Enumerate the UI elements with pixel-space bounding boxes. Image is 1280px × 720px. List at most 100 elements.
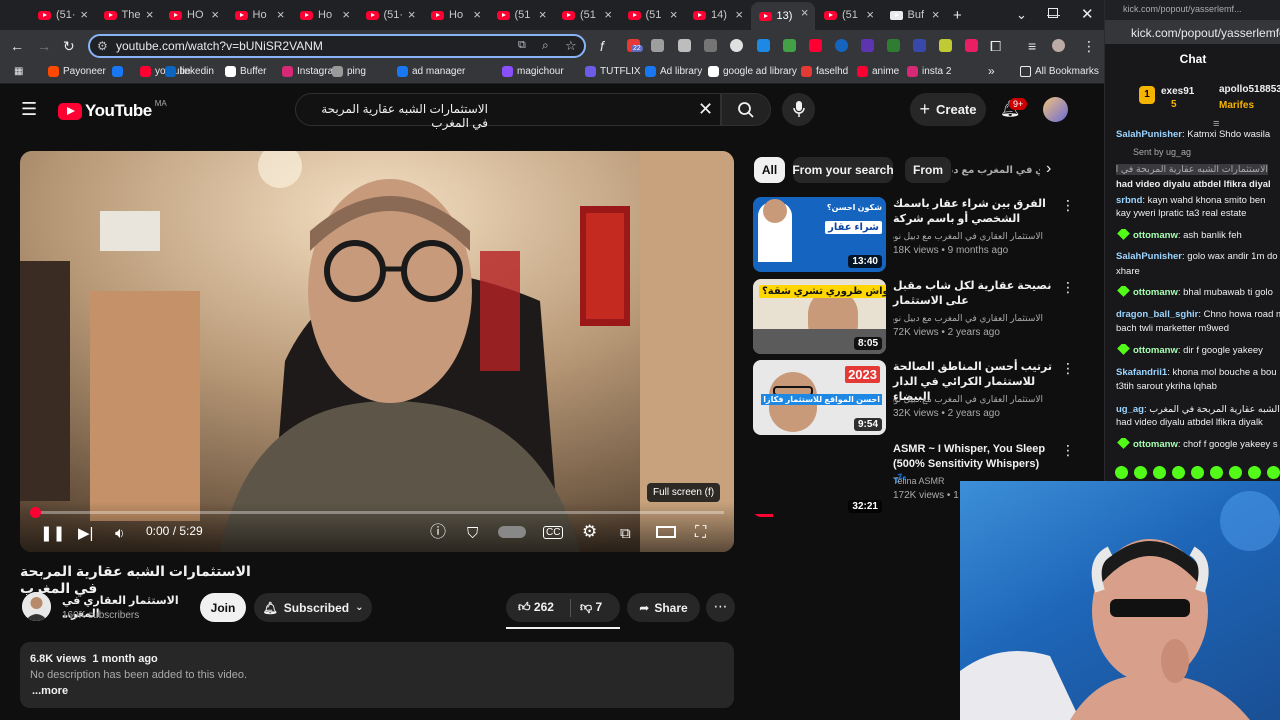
extension-shield-icon[interactable]: ⓘ	[430, 518, 446, 542]
recommended-video[interactable]: شراء عقار شكون احسن؟ 13:40 الفرق بين شراء ع…	[753, 197, 1075, 273]
extension-icon[interactable]	[887, 39, 900, 52]
close-tab-icon[interactable]: ×	[211, 7, 219, 22]
extension-icon[interactable]	[965, 39, 978, 52]
close-tab-icon[interactable]: ×	[539, 7, 547, 22]
extensions-puzzle-icon[interactable]: ⧠	[990, 38, 1001, 55]
recommended-channel-name[interactable]: الاستثمار العقاري في المغرب مع دبيل نور	[893, 231, 1043, 242]
hamburger-menu-icon[interactable]: ☰	[21, 99, 37, 120]
extension-icon[interactable]	[704, 39, 717, 52]
bookmark-item[interactable]: linkedin	[165, 66, 214, 77]
emote-icon[interactable]	[1153, 466, 1166, 479]
recommended-video-title[interactable]: الفرق بين شراء عقار باسمك الشخصي أو باسم…	[893, 197, 1055, 227]
chevron-right-icon[interactable]: ›	[1046, 160, 1051, 178]
browser-tab[interactable]: (51 ×	[489, 4, 553, 26]
close-tab-icon[interactable]: ×	[80, 7, 88, 22]
like-button[interactable]: 👍︎ 262	[518, 600, 554, 615]
next-video-button[interactable]: ▶|	[78, 524, 93, 542]
close-tab-icon[interactable]: ×	[408, 7, 416, 22]
create-button[interactable]: + Create	[910, 93, 986, 126]
popout-url-bar[interactable]: kick.com/popout/yasserlemfedde	[1105, 20, 1280, 44]
video-options-icon[interactable]: ⋮	[1061, 442, 1075, 459]
chat-username[interactable]: Skafandrii1	[1116, 367, 1167, 378]
more-bookmarks-icon[interactable]: »	[988, 64, 995, 78]
browser-tab[interactable]: 13) ×	[750, 2, 815, 30]
bookmark-item[interactable]: anime	[857, 66, 899, 77]
extension-icon[interactable]	[757, 39, 770, 52]
description-box[interactable]: 6.8K views 1 month ago No description ha…	[20, 642, 734, 708]
video-thumbnail[interactable]: شراء عقار شكون احسن؟ 13:40	[753, 197, 886, 272]
show-more-link[interactable]: ...more	[32, 685, 68, 697]
browser-tab[interactable]: 14) ×	[685, 4, 749, 26]
top-supporter-name[interactable]: exes91	[1161, 86, 1194, 97]
supporter-name[interactable]: apollo518853	[1219, 84, 1280, 95]
volume-icon[interactable]: 🔉︎	[115, 525, 124, 542]
browser-tab[interactable]: The ×	[96, 4, 160, 26]
search-button[interactable]	[721, 93, 771, 126]
video-options-icon[interactable]: ⋮	[1061, 279, 1075, 296]
autoplay-toggle[interactable]	[498, 526, 526, 538]
close-tab-icon[interactable]: ×	[866, 7, 874, 22]
close-tab-icon[interactable]: ×	[670, 7, 678, 22]
bookmark-item[interactable]: insta 2	[907, 66, 951, 77]
maximize-button[interactable]	[1048, 8, 1058, 18]
adblock-shield-icon[interactable]: ⛉	[467, 525, 478, 542]
bookmark-item[interactable]: ping	[332, 66, 366, 77]
search-input[interactable]: الاستثمارات الشبه عقارية المربحة في المغ…	[295, 93, 721, 130]
clear-search-icon[interactable]: ✕	[698, 99, 713, 120]
close-tab-icon[interactable]: ×	[735, 7, 743, 22]
site-info-icon[interactable]: ⚙	[97, 39, 108, 53]
extension-icon[interactable]	[730, 39, 743, 52]
chat-username[interactable]: SalahPunisher	[1116, 251, 1182, 262]
emote-icon[interactable]	[1267, 466, 1280, 479]
extension-icon[interactable]	[861, 39, 874, 52]
extension-icon[interactable]	[651, 39, 664, 52]
video-thumbnail[interactable]: 32:21	[753, 442, 886, 517]
filter-chip[interactable]: From	[905, 157, 951, 183]
recommended-channel-name[interactable]: الاستثمار العقاري في المغرب مع دبيل نور	[893, 394, 1043, 405]
recommended-video-title[interactable]: نصيحة عقارية لكل شاب مقبل على الاستثمار	[893, 279, 1055, 309]
share-button[interactable]: ➦ Share	[627, 593, 700, 622]
camera-extension-icon[interactable]	[678, 39, 691, 52]
extension-icon[interactable]	[913, 39, 926, 52]
bookmark-item[interactable]: google ad library	[708, 66, 797, 77]
theater-mode-button[interactable]	[656, 526, 676, 538]
subscribed-button[interactable]: 🔔︎ Subscribed ⌄	[254, 593, 372, 622]
youtube-extension-icon[interactable]	[809, 39, 822, 52]
more-actions-button[interactable]: ⋯	[706, 593, 735, 622]
emote-icon[interactable]	[1229, 466, 1242, 479]
browser-tab[interactable]: (51 ×	[816, 4, 880, 26]
miniplayer-button[interactable]: ⧉	[620, 525, 631, 542]
scrubber-handle[interactable]	[30, 507, 41, 518]
media-control-icon[interactable]: ≡	[1028, 38, 1036, 54]
chat-username[interactable]: ottomanw	[1133, 230, 1178, 241]
chat-username[interactable]: dragon_ball_sghir	[1116, 309, 1198, 320]
browser-tab[interactable]: Ho ×	[227, 4, 291, 26]
progress-bar[interactable]	[30, 507, 724, 518]
extension-icon[interactable]	[939, 39, 952, 52]
emote-icon[interactable]	[1115, 466, 1128, 479]
zoom-icon[interactable]: ⌕	[542, 38, 549, 53]
filter-chip[interactable]: From your search	[793, 157, 893, 183]
video-thumbnail[interactable]: 2023 احسن المواقع للاستثمار فكازا 9:54	[753, 360, 886, 435]
youtube-logo[interactable]: YouTube MA	[58, 99, 167, 121]
video-options-icon[interactable]: ⋮	[1061, 360, 1075, 377]
filter-chip[interactable]: العقاري في المغرب مع دبيل نور	[952, 157, 1040, 183]
recommended-video[interactable]: 2023 احسن المواقع للاستثمار فكازا 9:54 ترتي…	[753, 360, 1075, 436]
close-tab-icon[interactable]: ×	[342, 7, 350, 22]
bookmark-item[interactable]: magichour	[502, 66, 564, 77]
browser-menu-icon[interactable]: ⋮	[1082, 38, 1096, 55]
bookmark-star-icon[interactable]: ☆	[565, 38, 577, 54]
channel-avatar[interactable]	[22, 592, 51, 621]
bookmark-item[interactable]: faselhd	[801, 66, 848, 77]
browser-tab[interactable]: Ho ×	[423, 4, 487, 26]
browser-tab[interactable]: HO ×	[161, 4, 225, 26]
reload-icon[interactable]: ↻	[63, 38, 75, 55]
chat-username[interactable]: SalahPunisher	[1116, 129, 1182, 140]
browser-tab[interactable]: Ho ×	[292, 4, 356, 26]
join-button[interactable]: Join	[200, 593, 246, 622]
back-icon[interactable]: ←	[10, 38, 24, 54]
recommended-video[interactable]: واش ظروري تشري شقة؟ 8:05 نصيحة عقارية لكل …	[753, 279, 1075, 355]
extension-icon[interactable]	[783, 39, 796, 52]
browser-tab[interactable]: (51 ×	[620, 4, 684, 26]
settings-gear-icon[interactable]: ⚙	[582, 522, 597, 542]
